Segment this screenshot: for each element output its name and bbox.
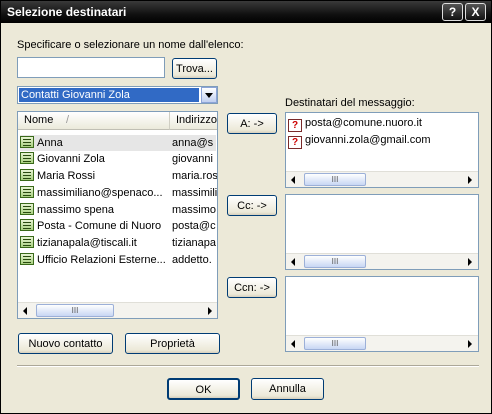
- scroll-left-icon[interactable]: [291, 176, 295, 184]
- list-item[interactable]: Maria Rossi maria.ros: [20, 168, 217, 184]
- contact-card-icon: [20, 169, 34, 181]
- scroll-right-icon[interactable]: [208, 307, 212, 315]
- address-book-select[interactable]: Contatti Giovanni Zola: [17, 86, 218, 104]
- cancel-button[interactable]: Annulla: [251, 378, 324, 400]
- contact-card-icon: [20, 152, 34, 164]
- scroll-thumb[interactable]: III: [304, 173, 366, 186]
- address-book-value: Contatti Giovanni Zola: [19, 88, 199, 102]
- scroll-right-icon[interactable]: [468, 258, 472, 266]
- add-to-button[interactable]: A: ->: [227, 113, 277, 134]
- scroll-thumb[interactable]: III: [304, 337, 366, 350]
- bcc-recipients-list[interactable]: III: [285, 276, 479, 352]
- contacts-list[interactable]: Nome / Indirizzo Anna anna@s Giovanni Zol…: [17, 111, 218, 319]
- properties-button[interactable]: Proprietà: [125, 333, 220, 354]
- add-cc-button[interactable]: Cc: ->: [227, 195, 277, 216]
- list-item[interactable]: ? posta@comune.nuoro.it: [288, 115, 422, 132]
- help-button[interactable]: ?: [442, 3, 463, 21]
- list-item[interactable]: massimiliano@spenaco... massimili: [20, 185, 217, 201]
- scroll-left-icon[interactable]: [23, 307, 27, 315]
- recipients-label: Destinatari del messaggio:: [285, 97, 415, 109]
- list-item[interactable]: Posta - Comune di Nuoro posta@c: [20, 218, 216, 234]
- column-header-name[interactable]: Nome /: [18, 112, 170, 130]
- new-contact-button[interactable]: Nuovo contatto: [18, 333, 113, 354]
- title-bar: Selezione destinatari ? X: [1, 1, 491, 23]
- unresolved-address-icon: ?: [288, 136, 302, 149]
- ok-button[interactable]: OK: [167, 378, 240, 400]
- contact-card-icon: [20, 136, 34, 148]
- scroll-left-icon[interactable]: [291, 258, 295, 266]
- column-header-address[interactable]: Indirizzo: [170, 112, 217, 130]
- scroll-thumb[interactable]: III: [304, 255, 366, 268]
- list-item[interactable]: ? giovanni.zola@gmail.com: [288, 132, 431, 149]
- scroll-left-icon[interactable]: [291, 340, 295, 348]
- list-item[interactable]: Anna anna@s: [20, 135, 216, 151]
- scroll-right-icon[interactable]: [468, 176, 472, 184]
- list-item[interactable]: massimo spena massimo: [20, 202, 216, 218]
- bcc-hscrollbar[interactable]: III: [286, 335, 478, 351]
- cc-recipients-list[interactable]: III: [285, 194, 479, 270]
- contact-card-icon: [20, 219, 34, 231]
- cc-hscrollbar[interactable]: III: [286, 253, 478, 269]
- scroll-right-icon[interactable]: [468, 340, 472, 348]
- scroll-thumb[interactable]: III: [36, 304, 114, 317]
- list-item[interactable]: Giovanni Zola giovanni: [20, 151, 216, 167]
- find-button[interactable]: Trova...: [172, 58, 217, 79]
- list-item[interactable]: Ufficio Relazioni Esterne... addetto.: [20, 252, 216, 268]
- close-button[interactable]: X: [465, 3, 486, 21]
- to-hscrollbar[interactable]: III: [286, 171, 478, 187]
- contact-card-icon: [20, 236, 34, 248]
- contacts-hscrollbar[interactable]: III: [18, 302, 217, 318]
- dropdown-arrow-icon[interactable]: [201, 87, 217, 103]
- sort-indicator-icon: /: [66, 114, 70, 126]
- divider: [17, 365, 479, 366]
- contact-card-icon: [20, 186, 34, 198]
- search-input[interactable]: [17, 57, 165, 78]
- add-bcc-button[interactable]: Ccn: ->: [227, 277, 277, 298]
- selection-dialog: Selezione destinatari ? X Specificare o …: [0, 0, 492, 414]
- search-label: Specificare o selezionare un nome dall'e…: [17, 39, 244, 51]
- list-item[interactable]: tizianapala@tiscali.it tizianapa: [20, 235, 216, 251]
- contact-card-icon: [20, 203, 34, 215]
- to-recipients-list[interactable]: ? posta@comune.nuoro.it ? giovanni.zola@gm…: [285, 112, 479, 188]
- unresolved-address-icon: ?: [288, 119, 302, 132]
- contact-card-icon: [20, 253, 34, 265]
- window-title: Selezione destinatari: [7, 5, 127, 19]
